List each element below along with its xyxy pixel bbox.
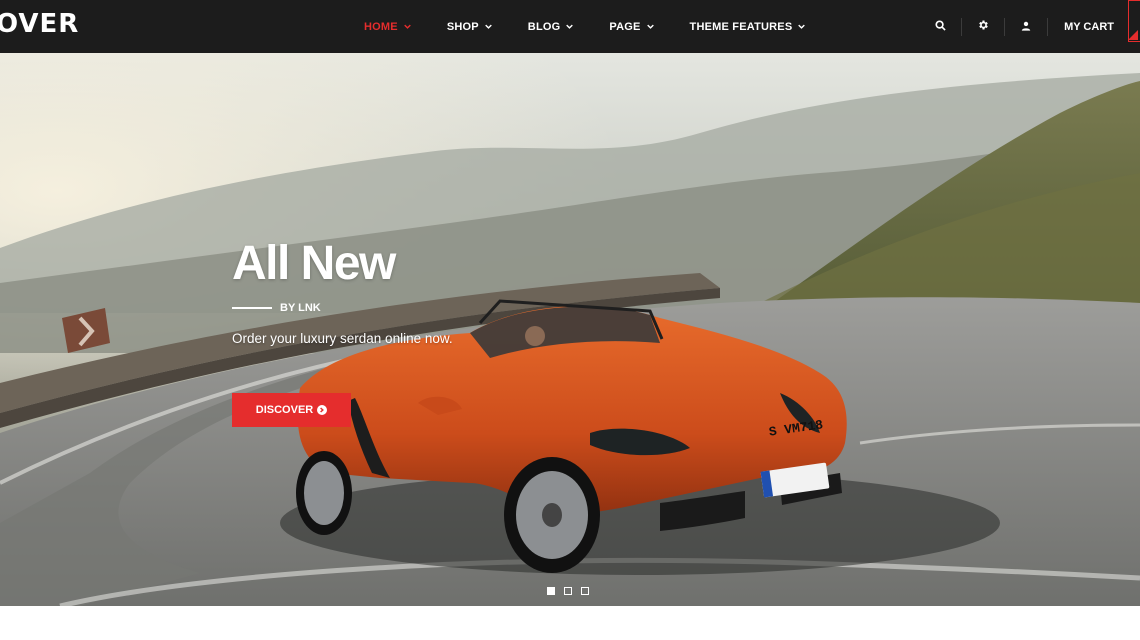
account-button[interactable] xyxy=(1005,0,1047,53)
chevron-down-icon xyxy=(485,23,492,30)
brand-logo[interactable]: OVER xyxy=(0,10,79,38)
byline-text: BY LNK xyxy=(280,302,321,314)
my-cart-button[interactable]: MY CART xyxy=(1048,21,1128,33)
hero-tagline: Order your luxury serdan online now. xyxy=(232,331,453,346)
main-nav: HOME SHOP BLOG PAGE THEME FEATURES xyxy=(364,0,806,53)
settings-button[interactable] xyxy=(962,0,1004,53)
discover-button[interactable]: DISCOVER xyxy=(232,393,351,427)
header-tools: MY CART xyxy=(919,0,1140,53)
nav-item-label: HOME xyxy=(364,20,398,33)
hero-background-image xyxy=(0,53,1140,606)
nav-item-label: THEME FEATURES xyxy=(689,20,793,33)
arrow-circle-right-icon xyxy=(317,405,328,415)
slider-pagination xyxy=(547,587,589,595)
search-button[interactable] xyxy=(919,0,961,53)
chevron-down-icon xyxy=(798,23,806,30)
slider-dot-3[interactable] xyxy=(581,587,589,595)
slider-dot-2[interactable] xyxy=(564,587,572,595)
nav-item-theme-features[interactable]: THEME FEATURES xyxy=(690,21,806,33)
byline-rule xyxy=(232,307,272,309)
nav-item-home[interactable]: HOME xyxy=(364,21,411,33)
cart-count-badge[interactable] xyxy=(1128,0,1140,53)
chevron-down-icon xyxy=(646,23,654,30)
nav-item-blog[interactable]: BLOG xyxy=(528,21,574,33)
nav-item-label: BLOG xyxy=(527,20,561,33)
hero-slider: S VM718 All New BY LNK Order your luxury… xyxy=(0,53,1140,606)
slider-dot-1[interactable] xyxy=(547,587,555,595)
hero-headline: All New xyxy=(232,237,396,290)
user-icon xyxy=(1021,18,1031,36)
site-header: OVER HOME SHOP BLOG PAGE THEME FEATURES xyxy=(0,0,1140,53)
nav-item-shop[interactable]: SHOP xyxy=(447,21,492,33)
hero-byline: BY LNK xyxy=(232,302,321,314)
nav-item-page[interactable]: PAGE xyxy=(609,20,654,33)
search-icon xyxy=(935,18,946,36)
nav-item-label: PAGE xyxy=(609,20,641,33)
discover-label: DISCOVER xyxy=(255,404,314,416)
gear-icon xyxy=(977,18,989,36)
nav-item-label: SHOP xyxy=(446,20,479,33)
chevron-down-icon xyxy=(566,23,574,30)
chevron-down-icon xyxy=(404,23,411,30)
